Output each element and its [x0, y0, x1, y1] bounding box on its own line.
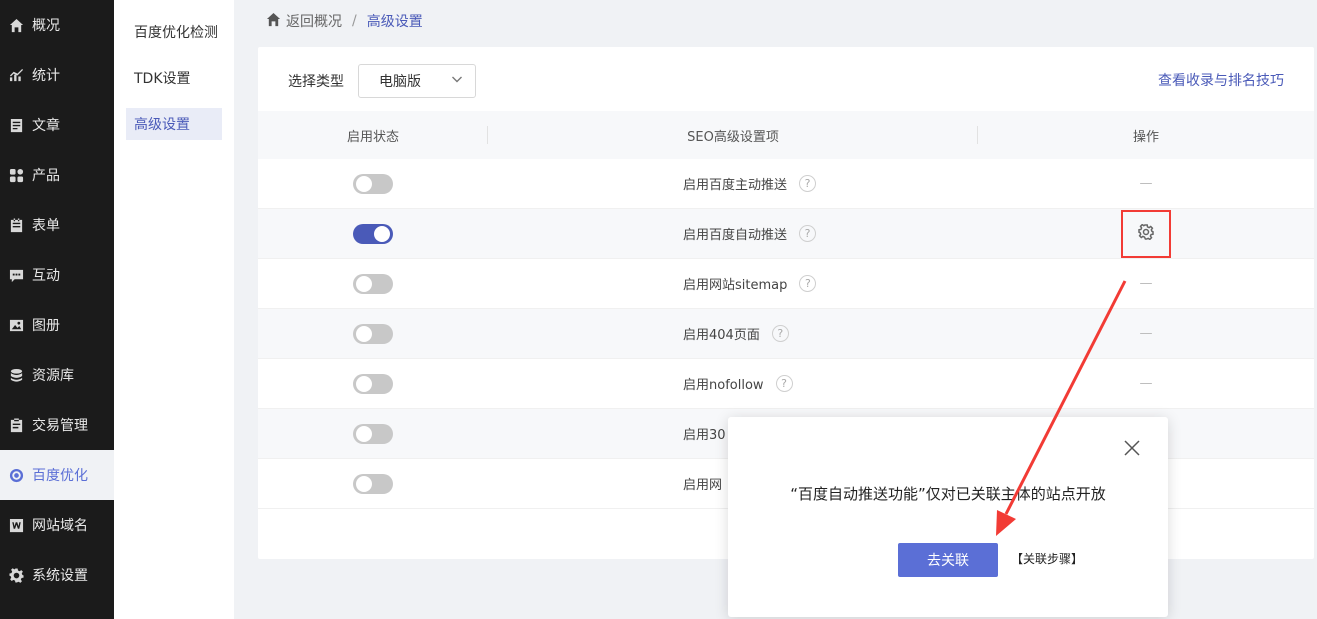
- table-row: 启用404页面? —: [258, 309, 1314, 359]
- close-button[interactable]: [1123, 439, 1141, 457]
- setting-label: 启用404页面: [683, 328, 760, 343]
- chat-icon: [8, 267, 24, 283]
- column-header-status: 启用状态: [258, 126, 488, 145]
- nav-item-stats[interactable]: 统计: [0, 50, 114, 100]
- nav-item-label: 图册: [32, 318, 60, 334]
- nav-item-label: 网站域名: [32, 518, 88, 534]
- table-row: 启用百度主动推送? —: [258, 159, 1314, 209]
- gallery-icon: [8, 317, 24, 333]
- nav-item-label: 表单: [32, 218, 60, 234]
- home-icon: [8, 17, 24, 33]
- settings-icon: [8, 567, 24, 583]
- column-header-label: 启用状态: [346, 129, 399, 145]
- settings-gear-button[interactable]: [1121, 209, 1171, 258]
- submenu-item-tdk[interactable]: TDK设置: [126, 62, 222, 94]
- enable-toggle[interactable]: [353, 423, 393, 444]
- ranking-tips-link[interactable]: 查看收录与排名技巧: [1158, 70, 1284, 90]
- nav-item-label: 百度优化: [32, 468, 88, 484]
- help-icon[interactable]: ?: [771, 325, 789, 342]
- help-icon[interactable]: ?: [799, 225, 817, 242]
- help-icon[interactable]: ?: [775, 375, 793, 392]
- stats-icon: [8, 67, 24, 83]
- submenu-item-advanced[interactable]: 高级设置: [126, 108, 222, 140]
- nav-item-domain[interactable]: 网站域名: [0, 500, 114, 550]
- no-action-dash: —: [1139, 176, 1153, 191]
- nav-item-form[interactable]: 表单: [0, 200, 114, 250]
- column-header-item: SEO高级设置项: [488, 126, 978, 145]
- nav-item-label: 资源库: [32, 368, 74, 384]
- table-row: 启用网站sitemap? —: [258, 259, 1314, 309]
- enable-toggle[interactable]: [353, 173, 393, 194]
- filter-row: 选择类型 电脑版: [288, 64, 476, 98]
- nav-item-label: 产品: [32, 168, 60, 184]
- breadcrumb-current: 高级设置: [366, 14, 423, 30]
- setting-label: 启用30: [683, 428, 726, 443]
- sub-menu: 百度优化检测 TDK设置 高级设置: [114, 0, 234, 619]
- nav-item-baidu-seo[interactable]: 百度优化: [0, 450, 114, 500]
- enable-toggle[interactable]: [353, 273, 393, 294]
- type-filter-label: 选择类型: [288, 74, 344, 90]
- association-steps-link[interactable]: 【关联步骤】: [1011, 550, 1083, 567]
- nav-item-label: 统计: [32, 68, 60, 84]
- setting-label: 启用nofollow: [683, 378, 764, 393]
- nav-item-settings[interactable]: 系统设置: [0, 550, 114, 600]
- no-action-dash: —: [1139, 376, 1153, 391]
- help-icon[interactable]: ?: [799, 175, 817, 192]
- main-sidebar: 概况 统计 文章 产品 表单 互动 图册 资源库 交易管理 百度优化 网站域名: [0, 0, 114, 619]
- home-icon[interactable]: [266, 12, 286, 31]
- type-select[interactable]: 电脑版: [358, 64, 476, 98]
- article-icon: [8, 117, 24, 133]
- nav-item-label: 系统设置: [32, 568, 88, 584]
- nav-item-interaction[interactable]: 互动: [0, 250, 114, 300]
- enable-toggle[interactable]: [353, 223, 393, 244]
- domain-icon: [8, 517, 24, 533]
- close-icon: [1123, 440, 1141, 461]
- trade-icon: [8, 417, 24, 433]
- nav-item-label: 文章: [32, 118, 60, 134]
- help-icon[interactable]: ?: [799, 275, 817, 292]
- enable-toggle[interactable]: [353, 373, 393, 394]
- nav-item-label: 交易管理: [32, 418, 88, 434]
- breadcrumb: 返回概况 / 高级设置: [266, 10, 423, 32]
- setting-label: 启用网: [683, 478, 723, 493]
- gear-icon: [1138, 223, 1154, 244]
- setting-label: 启用百度自动推送: [683, 228, 788, 243]
- column-header-label: SEO高级设置项: [687, 129, 779, 145]
- submenu-item-baidu-check[interactable]: 百度优化检测: [126, 16, 222, 48]
- column-header-action: 操作: [978, 126, 1314, 145]
- nav-item-product[interactable]: 产品: [0, 150, 114, 200]
- nav-item-resources[interactable]: 资源库: [0, 350, 114, 400]
- no-action-dash: —: [1139, 326, 1153, 341]
- form-icon: [8, 217, 24, 233]
- nav-item-gallery[interactable]: 图册: [0, 300, 114, 350]
- enable-toggle[interactable]: [353, 473, 393, 494]
- table-header: 启用状态 SEO高级设置项 操作: [258, 111, 1314, 159]
- no-action-dash: —: [1139, 276, 1153, 291]
- dialog-message: “百度自动推送功能”仅对已关联主体的站点开放: [790, 485, 1106, 503]
- breadcrumb-separator: /: [352, 13, 357, 29]
- table-row: 启用百度自动推送?: [258, 209, 1314, 259]
- setting-label: 启用百度主动推送: [683, 178, 788, 193]
- nav-item-label: 概况: [32, 18, 60, 34]
- setting-label: 启用网站sitemap: [683, 278, 788, 293]
- chevron-down-icon: [451, 73, 463, 89]
- nav-item-trade[interactable]: 交易管理: [0, 400, 114, 450]
- product-icon: [8, 167, 24, 183]
- enable-toggle[interactable]: [353, 323, 393, 344]
- database-icon: [8, 367, 24, 383]
- column-header-label: 操作: [1132, 129, 1159, 145]
- seo-icon: [8, 467, 24, 483]
- table-row: 启用nofollow? —: [258, 359, 1314, 409]
- nav-item-label: 互动: [32, 268, 60, 284]
- nav-item-article[interactable]: 文章: [0, 100, 114, 150]
- go-associate-button[interactable]: 去关联: [898, 543, 998, 577]
- nav-item-overview[interactable]: 概况: [0, 0, 114, 50]
- type-select-value: 电脑版: [379, 74, 421, 90]
- association-dialog: “百度自动推送功能”仅对已关联主体的站点开放 去关联 【关联步骤】: [728, 417, 1168, 617]
- breadcrumb-back-link[interactable]: 返回概况: [286, 11, 342, 31]
